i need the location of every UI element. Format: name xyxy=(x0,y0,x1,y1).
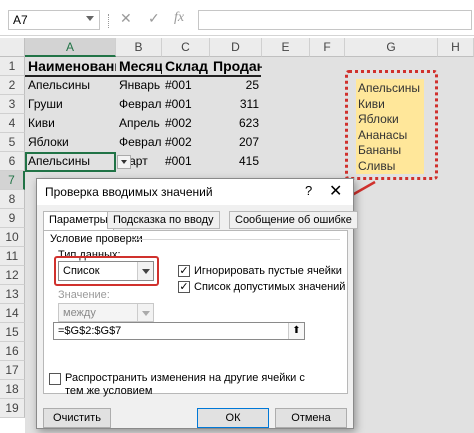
header-underline xyxy=(25,75,261,77)
row-header-4[interactable]: 4 xyxy=(0,114,25,133)
row-header-7[interactable]: 7 xyxy=(0,171,25,190)
table-header-cell[interactable]: Склад xyxy=(162,57,210,76)
close-icon[interactable]: ✕ xyxy=(329,181,342,201)
column-header-f[interactable]: F xyxy=(310,38,345,57)
cancel-button[interactable]: Отмена xyxy=(275,408,347,428)
table-cell[interactable]: #001 xyxy=(162,95,210,114)
table-cell[interactable]: Груши xyxy=(25,95,116,114)
table-cell[interactable]: #001 xyxy=(162,152,210,171)
column-gridline xyxy=(438,57,439,433)
row-header-1[interactable]: 1 xyxy=(0,57,25,76)
group-divider xyxy=(132,239,340,240)
table-cell[interactable]: Февраль xyxy=(116,95,162,114)
tab-settings[interactable]: Параметры xyxy=(43,211,114,232)
row-header-6[interactable]: 6 xyxy=(0,152,25,171)
ignore-blank-label: Игнорировать пустые ячейки xyxy=(194,265,342,277)
clear-all-button[interactable]: Очистить все xyxy=(43,408,111,433)
table-cell[interactable]: 623 xyxy=(210,114,262,133)
column-header-c[interactable]: C xyxy=(162,38,210,57)
table-cell[interactable]: 207 xyxy=(210,133,262,152)
table-header-cell[interactable]: Продано xyxy=(210,57,262,76)
column-header-d[interactable]: D xyxy=(210,38,262,57)
column-header-h[interactable]: H xyxy=(438,38,474,57)
table-cell[interactable]: Февраль xyxy=(116,133,162,152)
table-cell[interactable]: Апельсины xyxy=(25,76,116,95)
in-cell-dropdown-label: Список допустимых значений xyxy=(194,281,346,293)
row-header-11[interactable]: 11 xyxy=(0,247,25,266)
select-all-corner[interactable] xyxy=(0,38,25,57)
data-select-value: между xyxy=(63,307,96,319)
apply-all-label: Распространить изменения на другие ячейк… xyxy=(65,372,305,397)
column-header-a[interactable]: A xyxy=(25,38,116,57)
formula-input[interactable] xyxy=(198,10,472,30)
table-cell[interactable]: #001 xyxy=(162,76,210,95)
checkmark-icon: ✓ xyxy=(179,265,189,277)
column-header-g[interactable]: G xyxy=(345,38,438,57)
collapse-dialog-icon[interactable]: ⬆ xyxy=(288,323,304,339)
source-range-highlight xyxy=(345,70,438,180)
row-header-2[interactable]: 2 xyxy=(0,76,25,95)
table-header-cell[interactable]: Месяц xyxy=(116,57,162,76)
row-header-14[interactable]: 14 xyxy=(0,304,25,323)
active-cell-selection[interactable] xyxy=(25,152,116,172)
row-header-9[interactable]: 9 xyxy=(0,209,25,228)
table-header-cell[interactable]: Наименование xyxy=(25,57,116,76)
table-cell[interactable]: 311 xyxy=(210,95,262,114)
validation-criteria-label: Условие проверки xyxy=(50,233,143,245)
tab-input-message[interactable]: Подсказка по вводу xyxy=(107,211,220,229)
row-header-17[interactable]: 17 xyxy=(0,361,25,380)
row-header-16[interactable]: 16 xyxy=(0,342,25,361)
row-header-12[interactable]: 12 xyxy=(0,266,25,285)
column-header-b[interactable]: B xyxy=(116,38,162,57)
cancel-icon[interactable]: ✕ xyxy=(120,10,132,27)
table-cell[interactable]: #002 xyxy=(162,133,210,152)
column-header-e[interactable]: E xyxy=(262,38,310,57)
row-header-18[interactable]: 18 xyxy=(0,380,25,399)
formula-bar-separator xyxy=(108,14,110,28)
source-input[interactable]: =$G$2:$G$7 xyxy=(53,322,305,340)
allow-highlight xyxy=(54,256,159,286)
insert-function-icon[interactable]: fx xyxy=(174,10,184,26)
data-select[interactable]: между xyxy=(58,303,154,322)
data-validation-dialog: Проверка вводимых значений ? ✕ Параметры… xyxy=(36,178,358,433)
settings-panel: Условие проверки Тип данных: Список ✓ Иг… xyxy=(43,230,348,394)
ignore-blank-checkbox[interactable]: ✓ xyxy=(178,265,190,277)
table-cell[interactable]: Яблоки xyxy=(25,133,116,152)
dialog-title-bar: Проверка вводимых значений ? ✕ xyxy=(37,179,353,205)
cell-dropdown-button[interactable] xyxy=(117,155,131,169)
row-header-13[interactable]: 13 xyxy=(0,285,25,304)
table-cell[interactable]: 25 xyxy=(210,76,262,95)
checkmark-icon: ✓ xyxy=(179,281,189,293)
table-cell[interactable]: Апрель xyxy=(116,114,162,133)
row-header-15[interactable]: 15 xyxy=(0,323,25,342)
row-header-10[interactable]: 10 xyxy=(0,228,25,247)
chevron-down-icon[interactable] xyxy=(86,16,94,21)
table-cell[interactable]: #002 xyxy=(162,114,210,133)
tab-error-alert[interactable]: Сообщение об ошибке xyxy=(229,211,358,229)
row-header-19[interactable]: 19 xyxy=(0,399,25,418)
help-icon[interactable]: ? xyxy=(305,183,312,198)
row-header-8[interactable]: 8 xyxy=(0,190,25,209)
in-cell-dropdown-checkbox[interactable]: ✓ xyxy=(178,281,190,293)
dialog-title: Проверка вводимых значений xyxy=(45,185,213,199)
formula-bar: A7 ✕ ✓ fx xyxy=(0,0,474,36)
row-header-3[interactable]: 3 xyxy=(0,95,25,114)
table-cell[interactable]: Январь xyxy=(116,76,162,95)
chevron-down-icon[interactable] xyxy=(137,304,153,321)
source-input-value: =$G$2:$G$7 xyxy=(58,325,122,337)
enter-icon[interactable]: ✓ xyxy=(148,10,160,27)
data-label: Значение: xyxy=(58,289,110,301)
row-header-5[interactable]: 5 xyxy=(0,133,25,152)
ok-button[interactable]: ОК xyxy=(197,408,269,428)
apply-all-checkbox[interactable] xyxy=(49,373,61,385)
table-cell[interactable]: Киви xyxy=(25,114,116,133)
table-cell[interactable]: 415 xyxy=(210,152,262,171)
